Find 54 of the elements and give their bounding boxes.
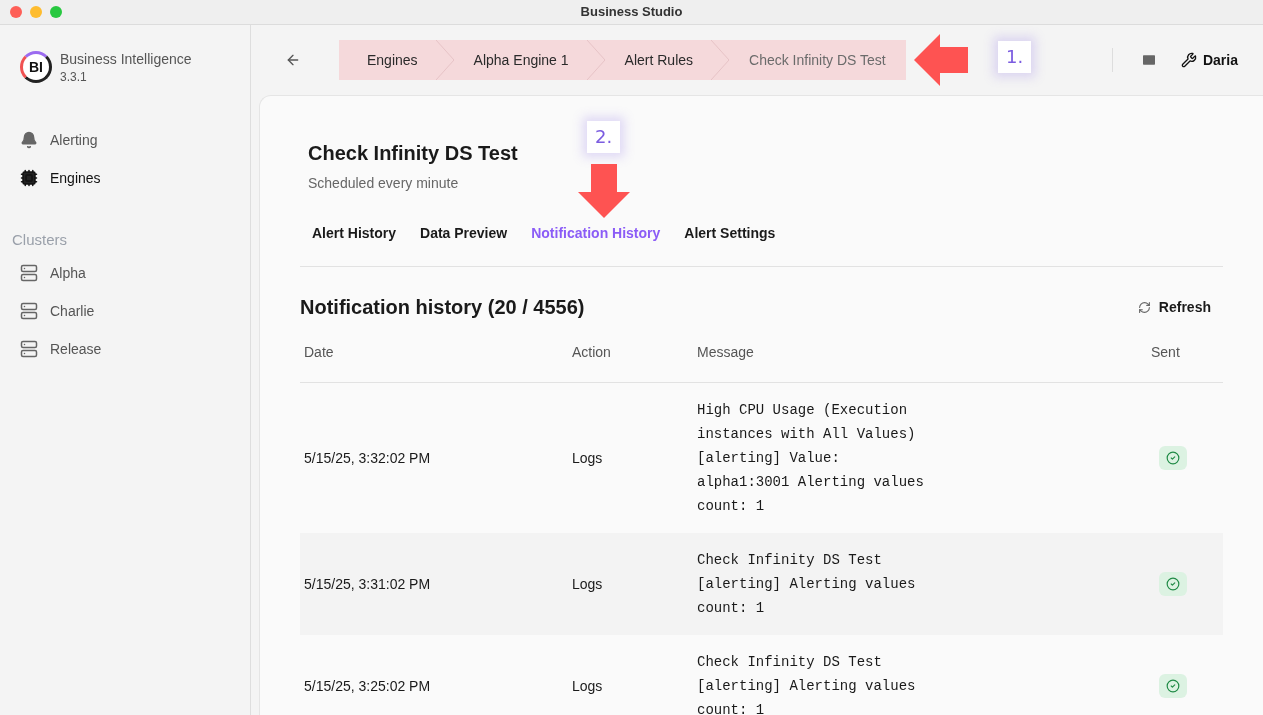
refresh-button[interactable]: Refresh — [1137, 297, 1211, 317]
server-icon — [20, 301, 38, 320]
table-cell: 5/15/25, 3:32:02 PM — [300, 382, 572, 533]
app-version: 3.3.1 — [60, 69, 88, 85]
sidebar-item[interactable]: Alerting — [0, 129, 250, 151]
server-icon — [20, 263, 38, 282]
breadcrumb-chevron — [435, 40, 454, 80]
column-header: Date — [300, 342, 572, 382]
window-title: Business Studio — [580, 3, 683, 22]
table-cell: Logs — [572, 382, 697, 533]
tab[interactable]: Alert History — [312, 223, 397, 243]
page-subtitle: Scheduled every minute — [308, 174, 460, 193]
sidebar-item[interactable]: Engines — [0, 167, 250, 189]
breadcrumb-link[interactable]: Alert Rules — [588, 40, 714, 80]
tab[interactable]: Data Preview — [420, 223, 508, 243]
annotation-arrow — [913, 33, 968, 87]
message-text: High CPU Usage (Execution instances with All Values) [alerting] Value: alpha1:3001 Alerting values count: 1 — [697, 400, 925, 516]
section-title: Notification history (20 / 4556) — [300, 295, 585, 320]
column-header: Sent — [1151, 342, 1223, 382]
breadcrumb-link[interactable]: Engines — [339, 40, 438, 80]
page-title: Check Infinity DS Test — [308, 141, 519, 166]
close-button[interactable] — [10, 6, 22, 18]
table-cell: Logs — [572, 634, 697, 715]
table-cell: 5/15/25, 3:25:02 PM — [300, 634, 572, 715]
bell-icon — [20, 131, 38, 149]
annotation-arrow — [577, 164, 631, 218]
app-name: Business Intelligence — [60, 50, 192, 69]
logo: BI — [20, 51, 52, 83]
sidebar-item[interactable]: Release — [0, 337, 250, 360]
callout-number: 2. — [587, 121, 621, 153]
user-menu-button[interactable]: Daria — [1180, 50, 1238, 70]
tab[interactable]: Alert Settings — [684, 223, 776, 243]
column-header: Message — [697, 342, 1151, 382]
tools-icon — [1180, 52, 1197, 68]
message-text: Check Infinity DS Test [alerting] Alerting values count: 1 — [697, 550, 917, 618]
server-icon — [20, 339, 38, 358]
sidebar-item[interactable]: Alpha — [0, 261, 250, 284]
breadcrumb-chevron — [586, 40, 605, 80]
breadcrumb-link[interactable]: Alpha Engine 1 — [437, 40, 589, 80]
table-cell: Logs — [572, 532, 697, 635]
callout-number: 1. — [998, 41, 1032, 73]
tab[interactable]: Notification History — [531, 223, 661, 243]
column-header: Action — [572, 342, 697, 382]
sidebar-item[interactable]: Charlie — [0, 299, 250, 322]
back-icon[interactable] — [285, 52, 301, 68]
table-cell: 5/15/25, 3:31:02 PM — [300, 532, 572, 635]
message-text: Check Infinity DS Test [alerting] Alerting values count: 1 — [697, 652, 917, 715]
refresh-icon — [1137, 300, 1151, 314]
breadcrumb-link[interactable]: Check Infinity DS Test — [713, 40, 906, 80]
section-heading: Clusters — [11, 230, 68, 250]
zoom-button[interactable] — [50, 6, 62, 18]
minimize-button[interactable] — [30, 6, 42, 18]
chip-icon — [20, 169, 38, 187]
breadcrumb-chevron — [711, 40, 730, 80]
